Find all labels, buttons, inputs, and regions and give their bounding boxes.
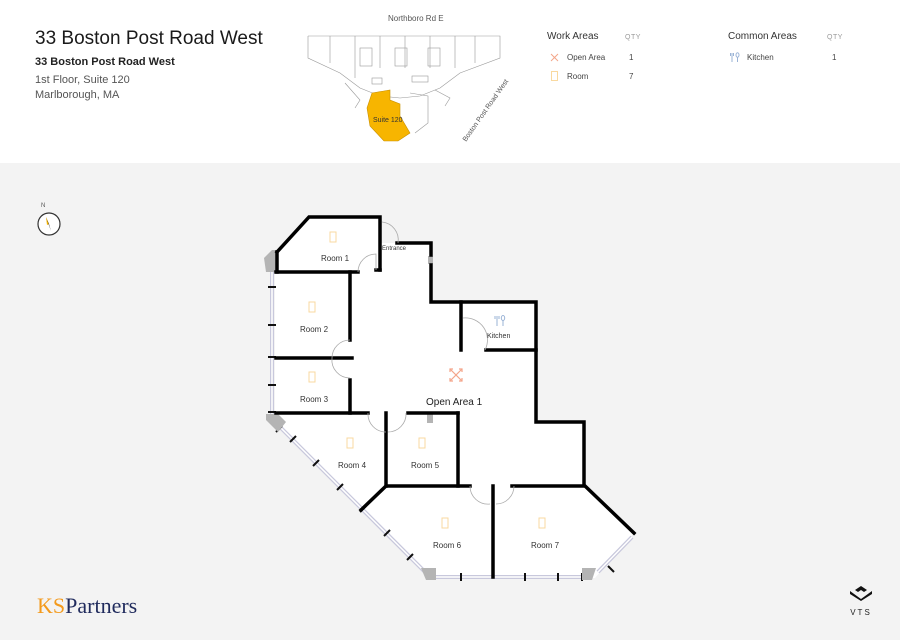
ks-partners-logo: KSPartners — [37, 593, 137, 619]
vts-logo-icon — [850, 586, 872, 601]
floor-plan: Room 1 Room 2 Room 3 Room 4 Room 5 Room … — [264, 215, 637, 581]
room-4-label: Room 4 — [338, 461, 367, 470]
logo-ks-text: KS — [37, 593, 66, 618]
room-5-label: Room 5 — [411, 461, 440, 470]
room-7-label: Room 7 — [531, 541, 560, 550]
room-6-label: Room 6 — [433, 541, 462, 550]
room-3-label: Room 3 — [300, 395, 329, 404]
open-area-label: Open Area 1 — [426, 397, 483, 408]
entrance-label: Entrance — [382, 246, 407, 252]
vts-logo: VTS — [846, 585, 876, 617]
room-2-label: Room 2 — [300, 325, 329, 334]
room-1-label: Room 1 — [321, 254, 350, 263]
vts-logo-text: VTS — [850, 608, 872, 617]
logo-partners-text: Partners — [65, 593, 138, 618]
kitchen-label: Kitchen — [487, 333, 510, 340]
